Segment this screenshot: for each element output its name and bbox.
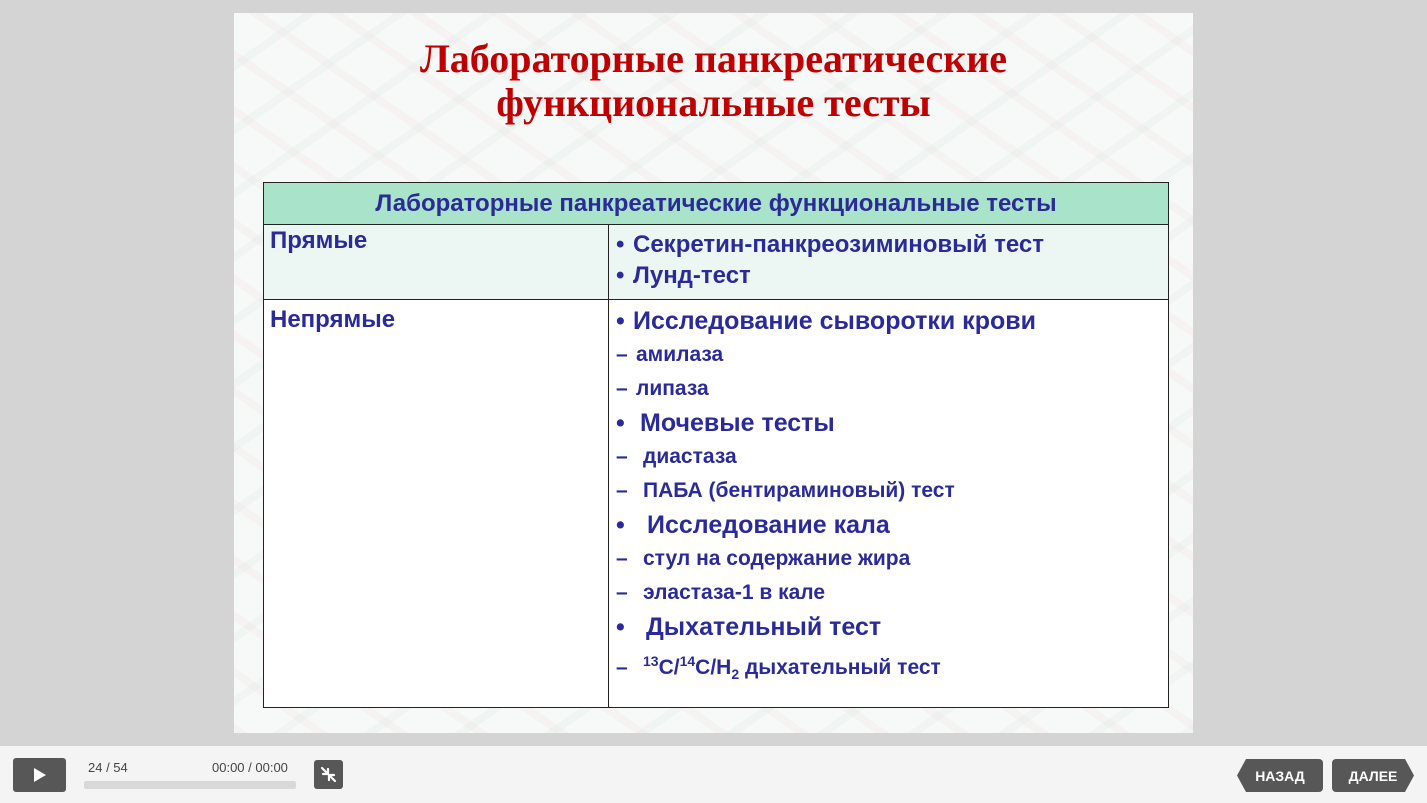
list-item: – стул на содержание жира xyxy=(616,542,1168,576)
list-item-text: Исследование кала xyxy=(647,511,890,539)
dash-marker: – xyxy=(616,445,628,468)
slide-title-line2: функциональные тесты xyxy=(496,80,931,125)
table-row-indirect: Непрямые • Исследование сыворотки крови … xyxy=(263,299,1169,708)
back-button[interactable]: НАЗАД xyxy=(1237,759,1323,792)
dash-marker: – xyxy=(616,547,628,570)
indirect-items-cell: • Исследование сыворотки крови – амилаза… xyxy=(608,299,1169,708)
list-item-text: 13C/14C/H2 дыхательный тест xyxy=(643,644,941,691)
play-button[interactable] xyxy=(13,758,66,792)
list-item: • Дыхательный тест xyxy=(616,610,1168,644)
dash-marker: – xyxy=(616,377,628,400)
list-item: – диастаза xyxy=(616,440,1168,474)
time-display: 00:00 / 00:00 xyxy=(212,760,288,775)
slide-title-line1: Лабораторные панкреатические xyxy=(419,36,1008,81)
tests-table: Лабораторные панкреатические функциональ… xyxy=(263,182,1169,708)
slide-counter: 24 / 54 xyxy=(88,760,128,775)
exit-fullscreen-button[interactable] xyxy=(314,760,343,789)
list-item: • Мочевые тесты xyxy=(616,406,1168,440)
formula-subscript: 2 xyxy=(731,666,740,683)
list-item-text: эластаза-1 в кале xyxy=(643,581,826,604)
list-item: • Исследование кала xyxy=(616,508,1168,542)
isotope-superscript: 13 xyxy=(643,653,659,669)
bullet-marker: • xyxy=(616,613,625,641)
list-item: – 13C/14C/H2 дыхательный тест xyxy=(616,644,1168,691)
list-item-text: Исследование сыворотки крови xyxy=(633,307,1036,335)
isotope-superscript: 14 xyxy=(679,653,696,669)
player-bar: 24 / 54 00:00 / 00:00 НАЗАД ДАЛЕЕ xyxy=(0,746,1427,803)
exit-fullscreen-icon xyxy=(320,766,337,783)
list-item: • Секретин-панкреозиминовый тест xyxy=(616,229,1168,260)
list-item-text: Мочевые тесты xyxy=(640,409,835,437)
list-item-text: липаза xyxy=(636,377,709,400)
dash-marker: – xyxy=(616,479,628,502)
list-item-text: амилаза xyxy=(636,343,724,366)
list-item: – эластаза-1 в кале xyxy=(616,576,1168,610)
list-item: – ПАБА (бентираминовый) тест xyxy=(616,474,1168,508)
direct-items-cell: • Секретин-панкреозиминовый тест • Лунд-… xyxy=(608,224,1169,300)
table-header-row: Лабораторные панкреатические функциональ… xyxy=(263,182,1169,225)
table-header: Лабораторные панкреатические функциональ… xyxy=(263,182,1169,225)
next-button[interactable]: ДАЛЕЕ xyxy=(1332,759,1414,792)
direct-category-cell: Прямые xyxy=(263,224,609,300)
formula-part: C/ xyxy=(658,656,680,679)
list-item: – амилаза xyxy=(616,338,1168,372)
list-item-text: Лунд-тест xyxy=(633,262,751,289)
indirect-category-label: Непрямые xyxy=(270,306,396,333)
bullet-marker: • xyxy=(616,262,625,289)
list-item-text: Дыхательный тест xyxy=(646,613,882,641)
dash-marker: – xyxy=(616,343,628,366)
dash-marker: – xyxy=(616,656,628,679)
list-item: • Исследование сыворотки крови xyxy=(616,304,1168,338)
list-item-text: Секретин-панкреозиминовый тест xyxy=(633,231,1044,258)
table-row-direct: Прямые • Секретин-панкреозиминовый тест … xyxy=(263,224,1169,300)
bullet-marker: • xyxy=(616,307,625,335)
direct-category-label: Прямые xyxy=(270,227,368,254)
formula-rest: дыхательный тест xyxy=(739,656,941,679)
slide-title: Лабораторные панкреатические функциональ… xyxy=(234,37,1193,125)
slide: Лабораторные панкреатические функциональ… xyxy=(234,13,1193,733)
list-item: – липаза xyxy=(616,372,1168,406)
list-item-text: стул на содержание жира xyxy=(643,547,911,570)
slide-stage: Лабораторные панкреатические функциональ… xyxy=(0,0,1427,746)
dash-marker: – xyxy=(616,581,628,604)
progress-bar[interactable] xyxy=(84,781,296,789)
bullet-marker: • xyxy=(616,511,625,539)
play-icon xyxy=(34,768,46,782)
bullet-marker: • xyxy=(616,231,625,258)
list-item: • Лунд-тест xyxy=(616,260,1168,291)
list-item-text: диастаза xyxy=(643,445,737,468)
list-item-text: ПАБА (бентираминовый) тест xyxy=(643,479,955,502)
bullet-marker: • xyxy=(616,409,625,437)
formula-part: C/H xyxy=(695,656,732,679)
indirect-category-cell: Непрямые xyxy=(263,299,609,708)
